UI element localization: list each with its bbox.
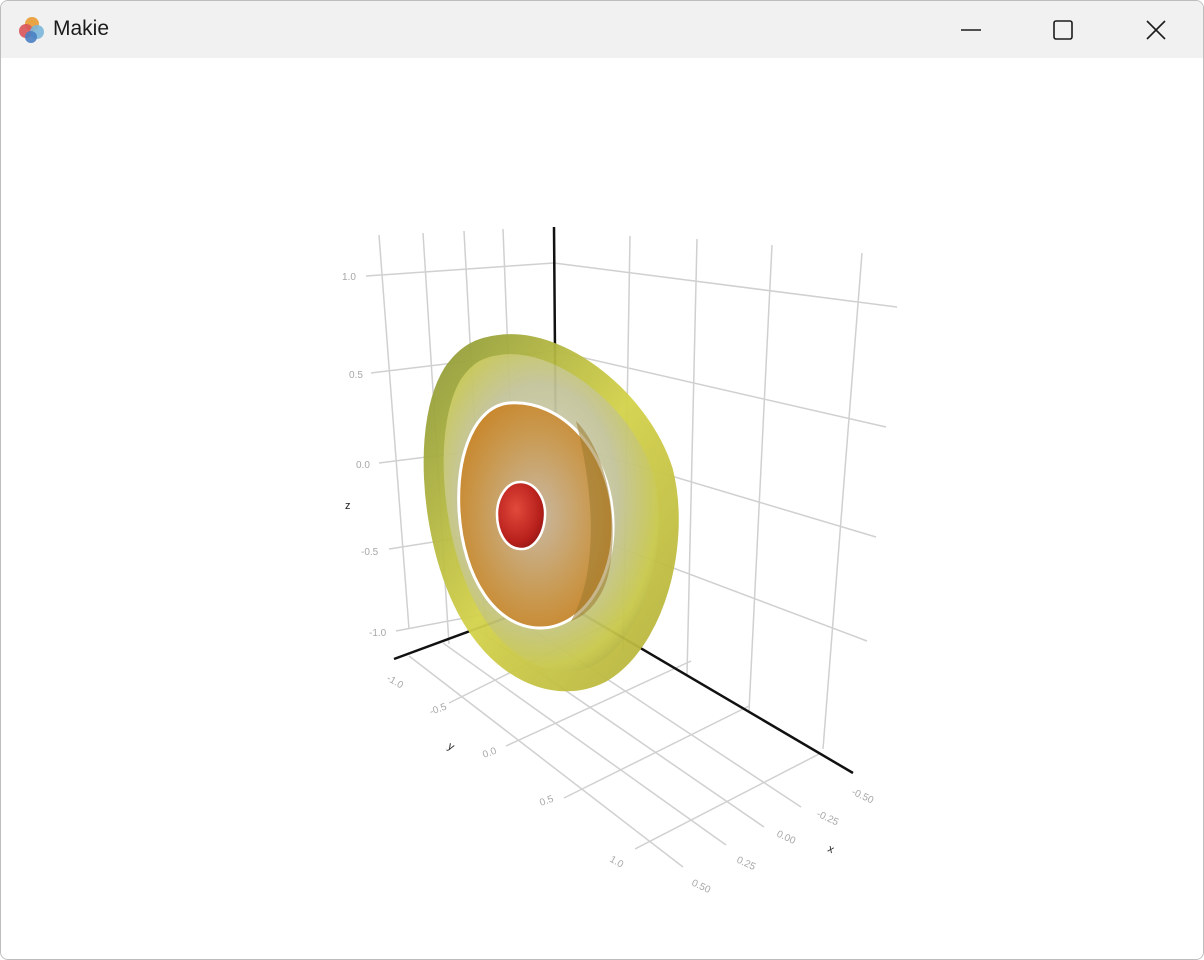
x-tick-label: 0.25 — [735, 855, 758, 873]
x-tick-label: -0.25 — [815, 809, 841, 829]
y-tick-label: 1.0 — [608, 854, 626, 871]
makie-logo-icon — [19, 17, 44, 43]
close-icon — [1146, 19, 1166, 40]
minimize-button[interactable] — [926, 1, 1016, 58]
y-tick-label: -0.5 — [428, 701, 448, 717]
z-tick-label: 1.0 — [342, 272, 356, 283]
y-tick-label: 0.5 — [538, 794, 555, 809]
close-button[interactable] — [1111, 1, 1201, 58]
z-axis-label: z — [345, 500, 351, 512]
z-tick-label: 0.0 — [356, 460, 370, 471]
y-tick-label: -1.0 — [385, 673, 406, 691]
maximize-button[interactable] — [1018, 1, 1108, 58]
x-tick-label: 0.50 — [690, 878, 713, 896]
inner-core-surface — [495, 480, 547, 551]
minimize-icon — [961, 28, 981, 31]
z-tick-labels: 1.0 0.5 0.0 -0.5 -1.0 — [342, 272, 387, 639]
window-title: Makie — [53, 17, 110, 40]
title-bar[interactable]: Makie — [1, 1, 1203, 58]
z-tick-label: -0.5 — [361, 547, 379, 558]
y-tick-labels: -1.0 -0.5 0.0 0.5 1.0 — [385, 673, 626, 871]
makie-window: Makie 1.0 0.5 0.0 -0.5 -1.0 z -1.0 -0.5 … — [0, 0, 1204, 960]
x-tick-labels: -0.50 -0.25 0.00 0.25 0.50 — [690, 787, 876, 896]
z-tick-label: 0.5 — [349, 370, 363, 381]
x-axis-label: x — [826, 843, 837, 856]
z-tick-label: -1.0 — [369, 628, 387, 639]
x-tick-label: -0.50 — [850, 787, 876, 807]
y-axis-label: y — [446, 740, 457, 753]
axis3d-scene[interactable]: 1.0 0.5 0.0 -0.5 -1.0 z -1.0 -0.5 0.0 0.… — [1, 58, 1203, 959]
y-tick-label: 0.0 — [481, 746, 498, 761]
plot-canvas[interactable]: 1.0 0.5 0.0 -0.5 -1.0 z -1.0 -0.5 0.0 0.… — [1, 58, 1203, 959]
x-tick-label: 0.00 — [775, 829, 798, 847]
maximize-icon — [1053, 19, 1073, 40]
